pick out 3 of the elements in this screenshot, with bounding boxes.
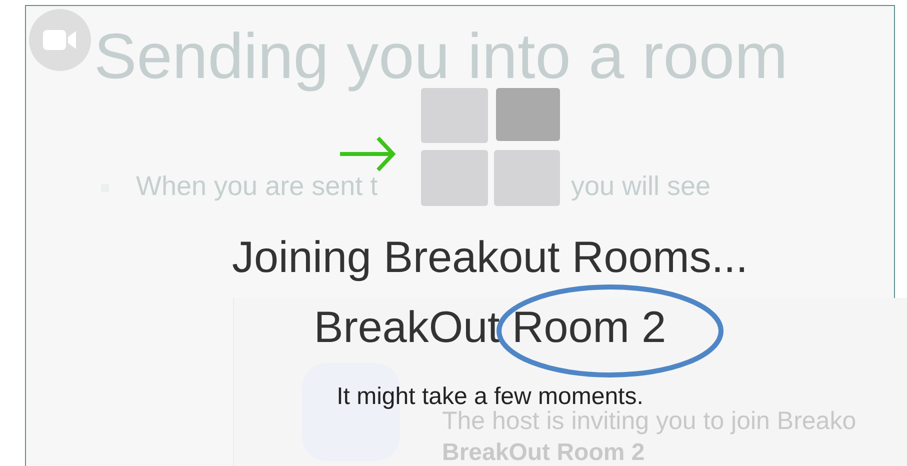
- arrow-icon: [338, 134, 396, 174]
- joining-heading: Joining Breakout Rooms...: [232, 232, 748, 284]
- wait-note: It might take a few moments.: [336, 382, 644, 410]
